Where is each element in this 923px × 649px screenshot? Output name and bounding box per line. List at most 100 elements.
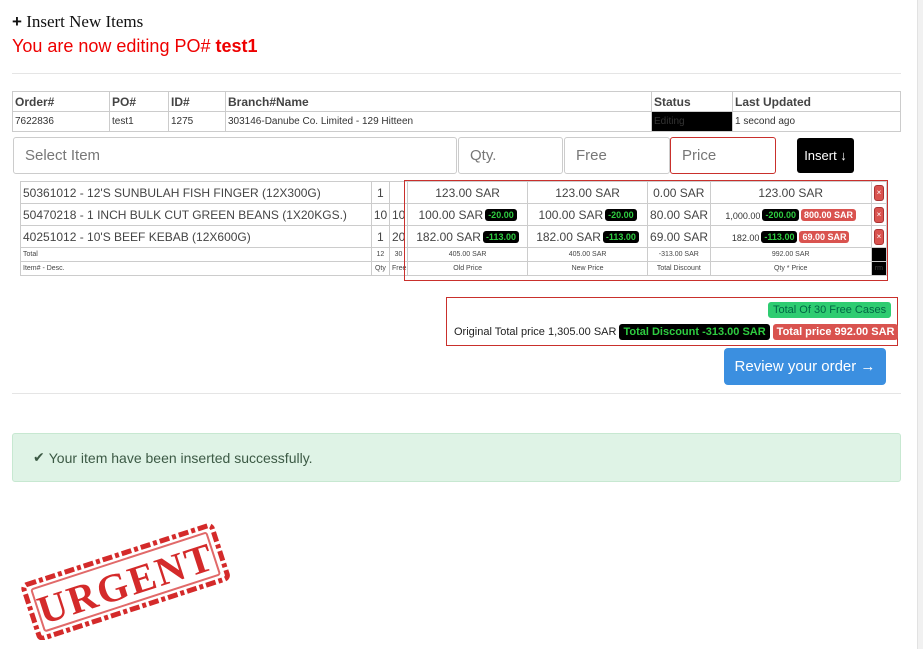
editing-notice: You are now editing PO# test1 bbox=[12, 36, 258, 57]
col-id: ID# bbox=[168, 91, 226, 112]
label-total-discount: Total Discount bbox=[647, 261, 711, 276]
line-net-badge: 69.00 SAR bbox=[799, 231, 850, 244]
success-alert: ✔ Your item have been inserted successfu… bbox=[12, 433, 901, 482]
review-order-button[interactable]: Review your order → bbox=[724, 348, 886, 385]
label-new-price: New Price bbox=[527, 261, 649, 276]
col-order: Order# bbox=[12, 91, 110, 112]
new-price-cell: 100.00 SAR -20.00 bbox=[527, 203, 649, 226]
remove-cell: × bbox=[870, 203, 888, 226]
plus-icon: + bbox=[12, 12, 22, 31]
new-price-cell: 182.00 SAR -113.00 bbox=[527, 225, 649, 248]
line-discount-badge: -113.00 bbox=[761, 231, 798, 244]
alert-message: Your item have been inserted successfull… bbox=[48, 449, 313, 466]
totals-new: 405.00 SAR bbox=[527, 247, 649, 262]
column-labels-row: Item# - Desc. Qty Free Old Price New Pri… bbox=[20, 261, 888, 276]
old-discount-badge: -20.00 bbox=[485, 209, 517, 222]
order-info-header-row: Order# PO# ID# Branch#Name Status Last U… bbox=[12, 91, 901, 112]
total-discount: 80.00 SAR bbox=[647, 203, 711, 226]
divider bbox=[12, 73, 901, 74]
line-total-cell: 123.00 SAR bbox=[709, 181, 872, 204]
table-row: 50361012 - 12'S SUNBULAH FISH FINGER (12… bbox=[20, 181, 888, 204]
remove-cell: × bbox=[870, 225, 888, 248]
item-desc: 40251012 - 10'S BEEF KEBAB (12X600G) bbox=[20, 225, 372, 248]
free-cases-badge: Total Of 30 Free Cases bbox=[768, 302, 892, 318]
line-total-cell: 1,000.00 -200.00 800.00 SAR bbox=[709, 203, 872, 226]
order-summary: Original Total price 1,305.00 SAR Total … bbox=[454, 324, 899, 340]
line-total-cell: 182.00 -113.00 69.00 SAR bbox=[709, 225, 872, 248]
total-discount: 0.00 SAR bbox=[647, 181, 711, 204]
label-old-price: Old Price bbox=[407, 261, 529, 276]
col-branch: Branch#Name bbox=[225, 91, 652, 112]
totals-qty: 12 bbox=[370, 247, 390, 262]
id-number: 1275 bbox=[168, 111, 226, 132]
branch-name: 303146-Danube Co. Limited - 129 Hitteen bbox=[225, 111, 652, 132]
total-price-badge: Total price 992.00 SAR bbox=[772, 324, 899, 340]
totals-free: 30 bbox=[388, 247, 409, 262]
table-row: 40251012 - 10'S BEEF KEBAB (12X600G) 1 2… bbox=[20, 225, 888, 248]
remove-item-button[interactable]: × bbox=[873, 184, 884, 201]
col-po: PO# bbox=[109, 91, 169, 112]
line-net-badge: 800.00 SAR bbox=[800, 209, 856, 222]
check-icon: ✔ bbox=[33, 449, 45, 465]
total-discount-badge: Total Discount -313.00 SAR bbox=[619, 324, 770, 340]
new-discount-badge: -20.00 bbox=[605, 209, 637, 222]
free-input[interactable]: Free bbox=[564, 137, 670, 174]
status-value: Editing bbox=[651, 111, 733, 132]
heading-title: Insert New Items bbox=[26, 12, 144, 31]
totals-label: Total bbox=[20, 247, 372, 262]
new-price: 100.00 SAR bbox=[538, 207, 604, 222]
editing-po: test1 bbox=[215, 36, 258, 56]
item-desc: 50470218 - 1 INCH BULK CUT GREEN BEANS (… bbox=[20, 203, 372, 226]
old-price-cell: 123.00 SAR bbox=[407, 181, 529, 204]
stamp-text: URGENT bbox=[32, 534, 220, 633]
select-item-input[interactable]: Select Item bbox=[13, 137, 457, 174]
label-qty-price: Qty * Price bbox=[709, 261, 872, 276]
price-input[interactable]: Price bbox=[670, 137, 776, 174]
qty-input[interactable]: Qty. bbox=[458, 137, 563, 174]
old-price: 182.00 SAR bbox=[416, 229, 481, 244]
col-status: Status bbox=[651, 91, 733, 112]
remove-cell: × bbox=[870, 181, 888, 204]
remove-item-button[interactable]: × bbox=[873, 228, 884, 245]
order-info-values-row: 7622836 test1 1275 303146-Danube Co. Lim… bbox=[12, 111, 901, 132]
totals-row: Total 12 30 405.00 SAR 405.00 SAR -313.0… bbox=[20, 247, 888, 262]
total-discount: 69.00 SAR bbox=[647, 225, 711, 248]
totals-discount: -313.00 SAR bbox=[647, 247, 711, 262]
last-updated-value: 1 second ago bbox=[732, 111, 901, 132]
old-price-cell: 182.00 SAR -113.00 bbox=[407, 225, 529, 248]
old-price: 123.00 SAR bbox=[435, 185, 500, 200]
item-qty: 10 bbox=[370, 203, 390, 226]
old-price-cell: 100.00 SAR -20.00 bbox=[407, 203, 529, 226]
totals-line: 992.00 SAR bbox=[709, 247, 872, 262]
original-total: Original Total price 1,305.00 SAR bbox=[454, 326, 617, 338]
new-price: 182.00 SAR bbox=[536, 229, 601, 244]
line-total: 1,000.00 bbox=[725, 210, 761, 221]
label-rm: rm bbox=[870, 261, 888, 276]
item-desc: 50361012 - 12'S SUNBULAH FISH FINGER (12… bbox=[20, 181, 372, 204]
remove-item-button[interactable]: × bbox=[873, 206, 884, 223]
urgent-stamp: URGENT bbox=[21, 523, 230, 640]
old-discount-badge: -113.00 bbox=[482, 231, 519, 244]
table-row: 50470218 - 1 INCH BULK CUT GREEN BEANS (… bbox=[20, 203, 888, 226]
label-desc: Item# - Desc. bbox=[20, 261, 372, 276]
po-number: test1 bbox=[109, 111, 169, 132]
insert-button[interactable]: Insert ↓ bbox=[797, 138, 854, 173]
page-scrollbar[interactable] bbox=[917, 0, 923, 649]
item-free: 20 bbox=[388, 225, 409, 248]
item-free bbox=[388, 181, 409, 204]
item-free: 10 bbox=[388, 203, 409, 226]
new-price: 123.00 SAR bbox=[555, 185, 620, 200]
totals-old: 405.00 SAR bbox=[407, 247, 529, 262]
line-discount-badge: -200.00 bbox=[762, 209, 799, 222]
label-free: Free bbox=[388, 261, 409, 276]
order-number: 7622836 bbox=[12, 111, 110, 132]
order-info-table: Order# PO# ID# Branch#Name Status Last U… bbox=[12, 91, 901, 132]
old-price: 100.00 SAR bbox=[418, 207, 484, 222]
item-qty: 1 bbox=[370, 225, 390, 248]
new-price-cell: 123.00 SAR bbox=[527, 181, 649, 204]
new-discount-badge: -113.00 bbox=[602, 231, 639, 244]
items-table: 50361012 - 12'S SUNBULAH FISH FINGER (12… bbox=[20, 181, 888, 276]
divider bbox=[12, 393, 901, 394]
item-qty: 1 bbox=[370, 181, 390, 204]
line-total: 123.00 SAR bbox=[758, 185, 824, 200]
